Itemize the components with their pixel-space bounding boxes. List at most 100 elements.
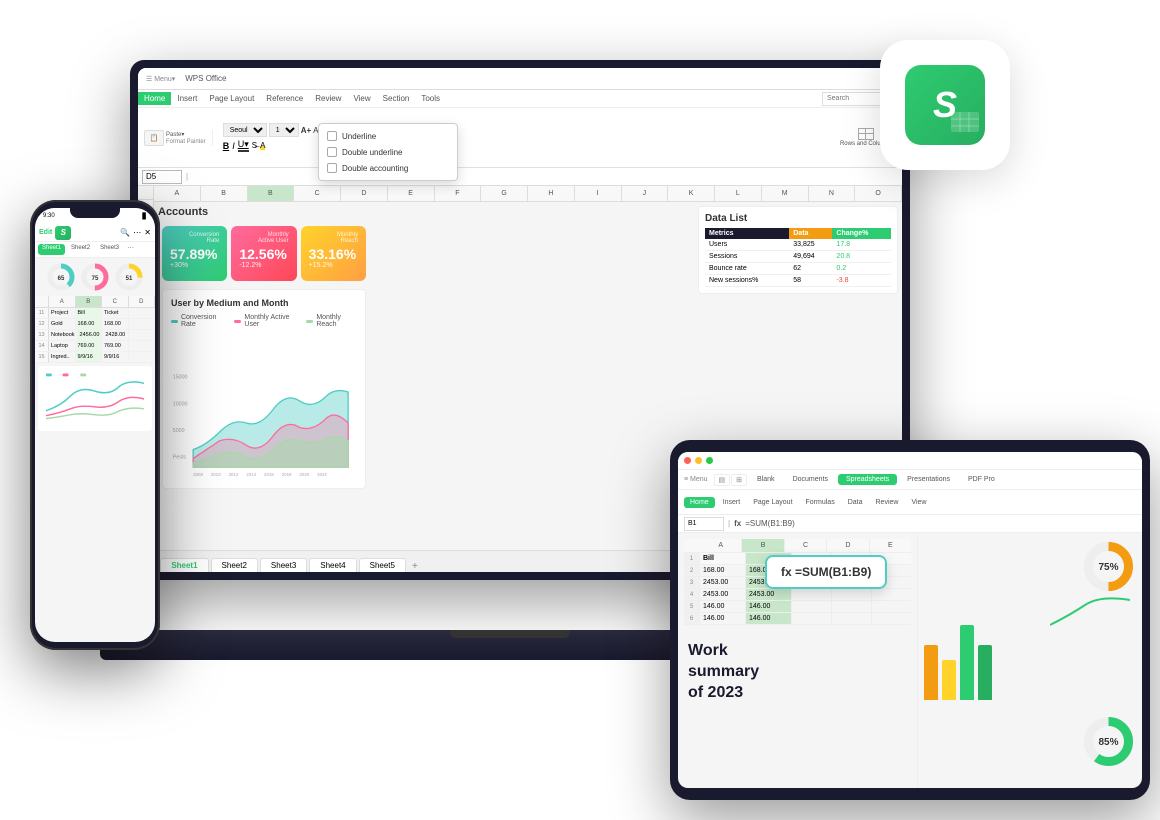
double-underline-label: Double underline — [342, 148, 403, 157]
mobile-more-icon[interactable]: ⋯ — [133, 228, 141, 237]
mobile-tab-2[interactable]: Sheet2 — [67, 244, 94, 255]
th-change: Change% — [832, 228, 891, 239]
col-l: L — [715, 186, 762, 201]
ribbon-view[interactable]: View — [347, 92, 376, 105]
bold-btn[interactable]: B — [223, 141, 230, 151]
underline-btn[interactable]: U▾ — [238, 139, 249, 152]
wps-titlebar: ☰ Menu▾ WPS Office ✕ — [138, 68, 902, 90]
list-item: 13 Notebook 2456.00 2428.00 — [35, 330, 155, 341]
dropdown-double-accounting[interactable]: Double accounting — [319, 160, 457, 176]
tablet-cell-ref[interactable] — [684, 517, 724, 531]
work-summary-text: Worksummaryof 2023 — [688, 641, 907, 703]
tablet-line-chart — [1050, 585, 1130, 645]
data-table: Metrics Data Change% Users — [705, 228, 891, 287]
ribbon-insert[interactable]: Insert — [171, 92, 203, 105]
tablet-nav-formulas[interactable]: Formulas — [801, 497, 840, 508]
add-sheet-btn[interactable]: + — [412, 561, 418, 572]
svg-text:75%: 75% — [1098, 562, 1118, 573]
tablet-icon-2[interactable]: ⊞ — [731, 474, 747, 486]
ribbon-review[interactable]: Review — [309, 92, 347, 105]
svg-text:10000: 10000 — [173, 401, 188, 407]
column-headers: A B B C D E F G H I J K — [154, 186, 902, 202]
tablet-nav-home[interactable]: Home — [684, 497, 715, 508]
mobile-tab-3[interactable]: Sheet3 — [96, 244, 123, 255]
legend-label-active: Monthly Active User — [244, 314, 298, 328]
tablet-nav-insert[interactable]: Insert — [718, 497, 746, 508]
tablet-bar-chart — [924, 614, 1136, 704]
font-grow-btn[interactable]: A+ — [301, 126, 311, 135]
paste-btn[interactable]: 📋 — [144, 130, 164, 146]
highlight-btn[interactable]: A — [260, 141, 265, 150]
sheet-tab-4[interactable]: Sheet4 — [309, 558, 356, 572]
cell-11c: Ticket — [102, 308, 129, 318]
font-size-select[interactable]: 10 — [269, 123, 299, 137]
sheet-tab-1[interactable]: Sheet1 — [160, 558, 208, 572]
tablet-screen: ≡ Menu ▤ ⊞ Blank Documents Spreadsheets … — [678, 452, 1142, 788]
cell-12b: 168.00 — [76, 319, 103, 329]
checkbox-underline — [327, 131, 337, 141]
mobile-content: 11 Project Bill Ticket 12 Gold 168.00 16… — [35, 308, 155, 363]
chart-area: User by Medium and Month Conversion Rate — [162, 289, 366, 489]
italic-btn[interactable]: I — [232, 141, 235, 151]
tablet-tab-blank[interactable]: Blank — [749, 474, 783, 485]
svg-text:2018: 2018 — [282, 472, 292, 477]
tablet-nav-data[interactable]: Data — [843, 497, 868, 508]
dropdown-underline[interactable]: Underline — [319, 128, 457, 144]
stat-value-conversion: 57.89% — [170, 246, 219, 262]
mobile-row-num-header — [35, 296, 49, 307]
cell-ref-input[interactable] — [142, 170, 182, 184]
mobile-edit-btn[interactable]: Edit — [39, 229, 52, 236]
tablet-nav-view[interactable]: View — [906, 497, 931, 508]
data-bounce: 62 — [789, 263, 832, 275]
tablet-donut-85: 85% — [1081, 714, 1136, 769]
ribbon-section[interactable]: Section — [377, 92, 416, 105]
table-row: Sessions 49,694 20.8 — [705, 251, 891, 263]
dropdown-double-underline[interactable]: Double underline — [319, 144, 457, 160]
svg-text:85%: 85% — [1098, 737, 1118, 748]
sheet-tab-5[interactable]: Sheet5 — [359, 558, 406, 572]
mobile-tab-1[interactable]: Sheet1 — [38, 244, 65, 255]
svg-text:51: 51 — [126, 276, 133, 282]
chart-title: User by Medium and Month — [171, 298, 357, 308]
legend-active: Monthly Active User — [234, 314, 298, 328]
formula-popup: fx =SUM(B1:B9) — [765, 555, 887, 589]
mobile-more-tabs[interactable]: ⋯ — [127, 244, 134, 255]
ribbon-tools[interactable]: Tools — [415, 92, 446, 105]
list-item: 14 Laptop 769.00 769.00 — [35, 341, 155, 352]
tablet-nav-review[interactable]: Review — [871, 497, 904, 508]
stat-value-active: 12.56% — [239, 246, 288, 262]
mobile-notch — [70, 208, 120, 218]
change-new-sessions: -3.8 — [832, 275, 891, 287]
chart-legend: Conversion Rate Monthly Active User — [171, 314, 357, 328]
mobile-row-14: 14 — [35, 341, 49, 351]
mobile-row-12: 12 — [35, 319, 49, 329]
tablet-tab-spreadsheets[interactable]: Spreadsheets — [838, 474, 897, 485]
strikethrough-btn[interactable]: S̶ — [252, 141, 257, 150]
ribbon-home[interactable]: Home — [138, 92, 171, 105]
tablet-grid-header: Bill — [700, 553, 746, 564]
ribbon-page-layout[interactable]: Page Layout — [203, 92, 260, 105]
mobile-search-icon[interactable]: 🔍 — [120, 228, 130, 237]
svg-text:Pests: Pests — [173, 454, 187, 460]
tablet-tab-pdf[interactable]: PDF Pro — [960, 474, 1003, 485]
legend-dot-conversion — [171, 320, 178, 323]
tablet-nav-pagelayout[interactable]: Page Layout — [748, 497, 797, 508]
cell-13d — [129, 330, 155, 340]
sheet-tab-2[interactable]: Sheet2 — [211, 558, 258, 572]
mobile-close-icon[interactable]: ✕ — [144, 228, 151, 237]
svg-text:65: 65 — [58, 276, 65, 282]
col-f: F — [435, 186, 482, 201]
data-list-panel: Data List Metrics Data Change% — [698, 206, 898, 294]
mobile-col-a: A — [49, 296, 76, 307]
tablet: ≡ Menu ▤ ⊞ Blank Documents Spreadsheets … — [670, 440, 1150, 800]
tablet-tab-docs[interactable]: Documents — [785, 474, 836, 485]
legend-reach: Monthly Reach — [306, 314, 357, 328]
ribbon-reference[interactable]: Reference — [260, 92, 309, 105]
tablet-tab-presentations[interactable]: Presentations — [899, 474, 958, 485]
font-family-select[interactable]: Seoul — [223, 123, 267, 137]
stat-label-conversion: ConversionRate — [170, 232, 219, 244]
sheet-tab-3[interactable]: Sheet3 — [260, 558, 307, 572]
donut-1: 65 — [46, 262, 76, 292]
cell-11b: Bill — [76, 308, 103, 318]
tablet-menu-icon[interactable]: ▤ — [714, 474, 731, 486]
